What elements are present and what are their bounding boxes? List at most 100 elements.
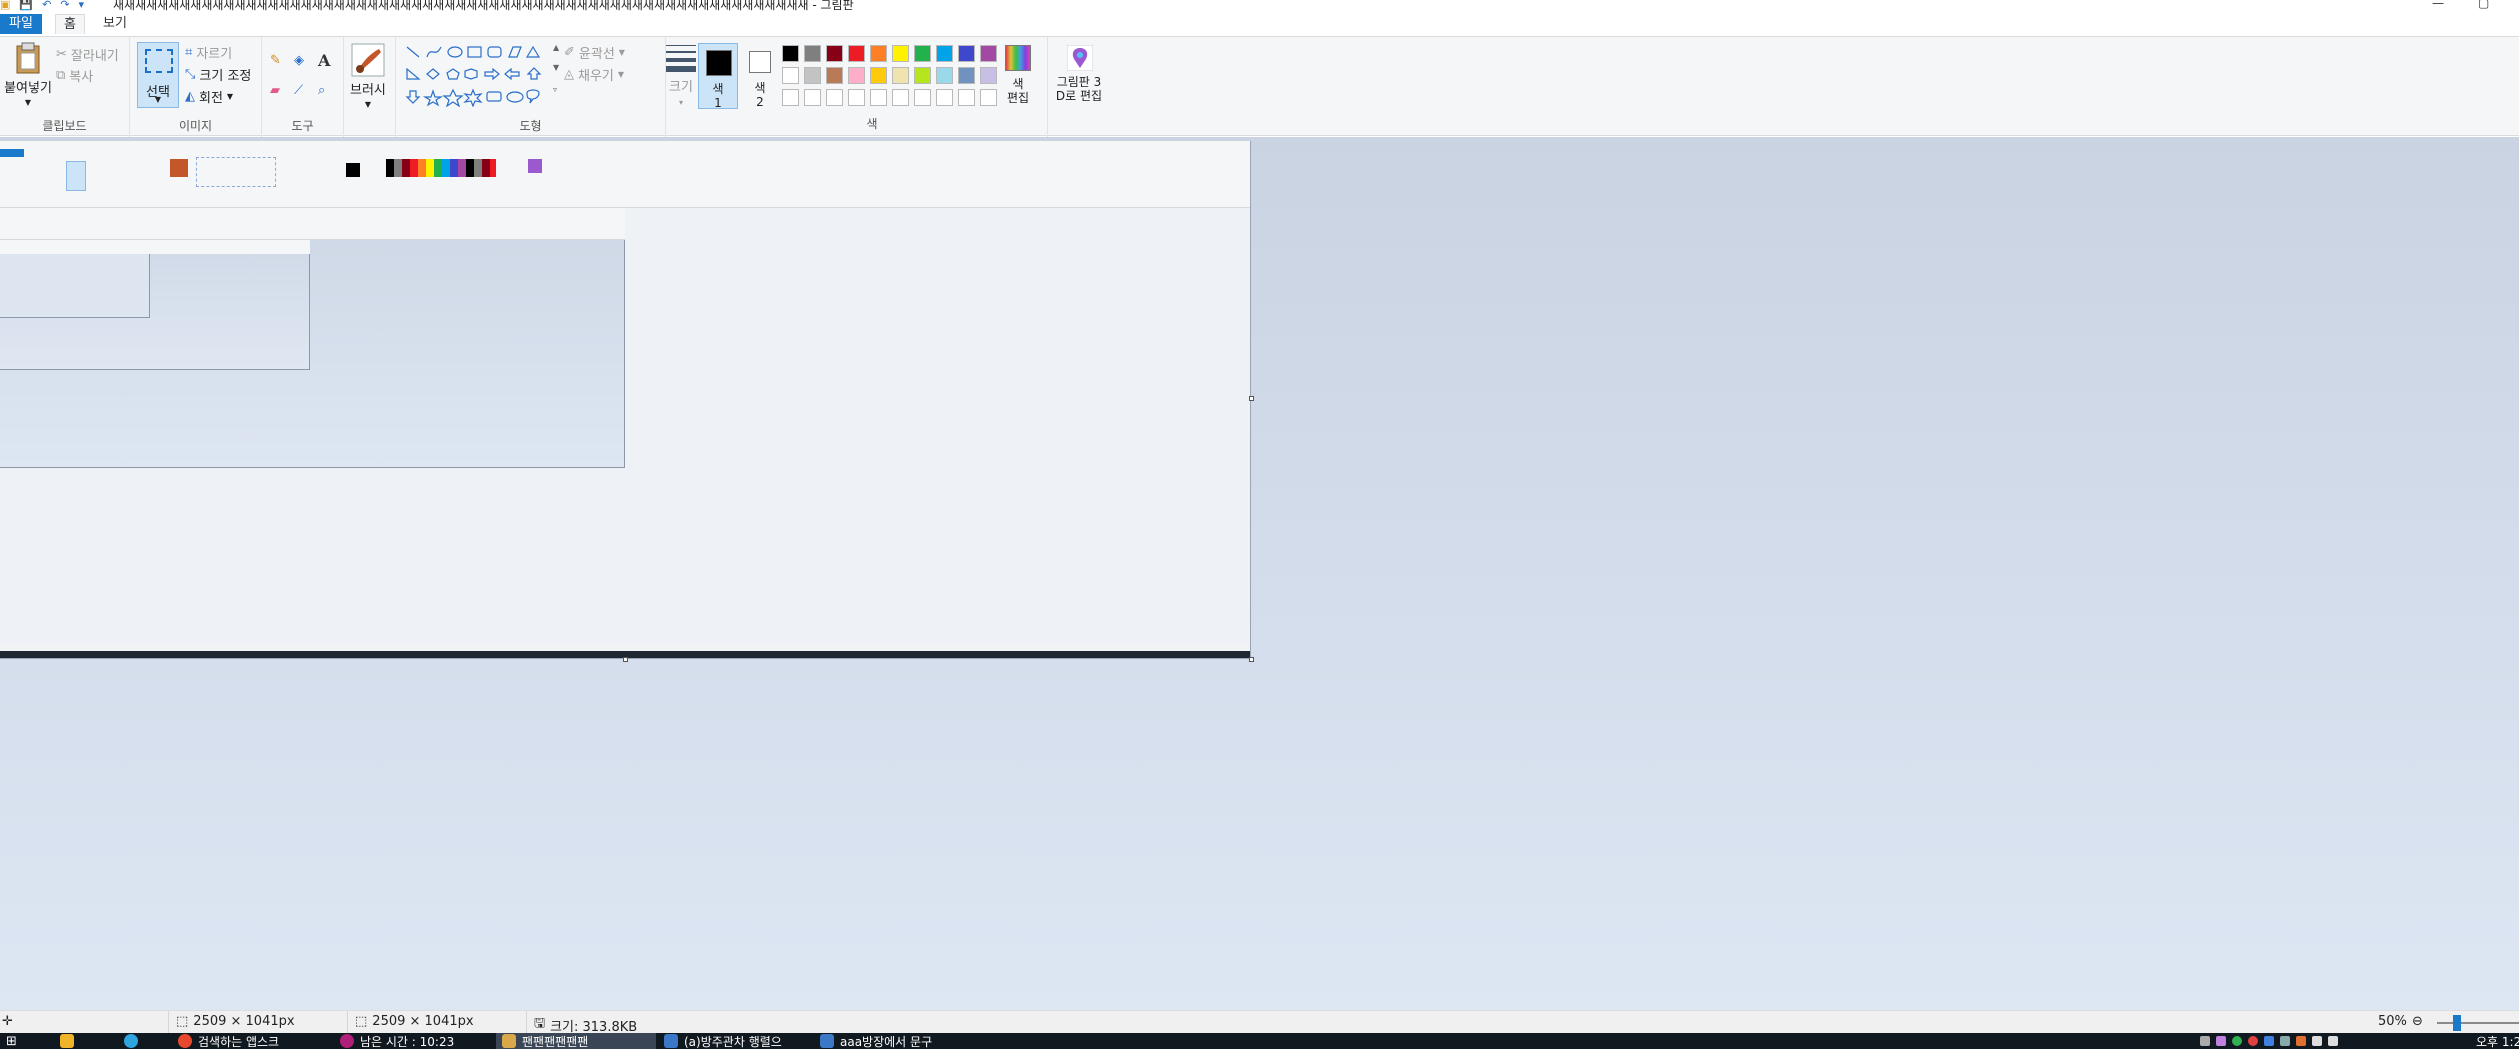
shapes-scroll-down-icon[interactable]: ▼ [553, 63, 559, 72]
palette-color-swatch[interactable] [980, 67, 997, 84]
tab-view[interactable]: 보기 [100, 14, 130, 34]
redo-icon[interactable]: ↷ [60, 0, 69, 11]
magnifier-icon[interactable]: ⌕ [318, 83, 325, 98]
tray-icon[interactable] [2280, 1036, 2290, 1046]
paste-button[interactable]: 붙여넣기 ▼ [4, 41, 52, 107]
palette-color-swatch[interactable] [826, 89, 843, 106]
shapes-expand-icon[interactable]: ▿ [553, 85, 557, 94]
tab-file[interactable]: 파일 [0, 14, 42, 34]
tab-home[interactable]: 홈 [55, 14, 85, 34]
tray-icon[interactable] [2216, 1036, 2226, 1046]
palette-color-swatch[interactable] [980, 89, 997, 106]
taskbar-item-4[interactable]: (a)방주관차 행렬으 [658, 1033, 806, 1049]
zoom-slider-track[interactable] [2437, 1022, 2519, 1024]
taskbar-file-explorer[interactable] [54, 1033, 88, 1049]
fill-button[interactable]: ◬ 채우기 ▼ [564, 65, 624, 84]
taskbar-item-2[interactable]: 남은 시간 : 10:23 [334, 1033, 494, 1049]
palette-color-swatch[interactable] [804, 67, 821, 84]
palette-color-swatch[interactable] [914, 89, 931, 106]
undo-icon[interactable]: ↶ [42, 0, 51, 11]
palette-color-swatch[interactable] [958, 45, 975, 62]
select-button[interactable]: 선택 ▼ [137, 42, 179, 108]
drawing-canvas[interactable] [0, 141, 1251, 659]
volume-icon[interactable] [2328, 1036, 2338, 1046]
customize-qa-icon[interactable]: ▾ [79, 0, 85, 11]
palette-color-swatch[interactable] [892, 67, 909, 84]
taskbar-edge[interactable] [118, 1033, 152, 1049]
zoom-out-icon[interactable]: ⊖ [2412, 1014, 2423, 1029]
canvas-resize-handle-corner[interactable] [1249, 657, 1254, 662]
color-picker-icon[interactable]: ⟋ [294, 83, 303, 98]
zoom-slider-thumb[interactable] [2453, 1015, 2461, 1031]
edit-colors-button[interactable]: 색 편집 [999, 41, 1037, 105]
fill-bucket-icon[interactable]: ◈ [294, 53, 304, 68]
canvas-workspace[interactable] [0, 137, 2519, 1010]
palette-color-swatch[interactable] [892, 89, 909, 106]
palette-color-swatch[interactable] [870, 67, 887, 84]
palette-color-swatch[interactable] [870, 45, 887, 62]
canvas-resize-handle-bottom[interactable] [623, 657, 628, 662]
palette-color-swatch[interactable] [936, 67, 953, 84]
shapes-scroll-up-icon[interactable]: ▲ [553, 43, 559, 52]
palette-color-swatch[interactable] [958, 67, 975, 84]
outline-button[interactable]: ✐ 윤곽선 ▼ [564, 43, 625, 62]
palette-color-swatch[interactable] [848, 67, 865, 84]
paint3d-button[interactable]: 그림판 3 D로 편집 [1050, 41, 1108, 103]
palette-color-swatch[interactable] [804, 45, 821, 62]
palette-color-swatch[interactable] [870, 89, 887, 106]
tools-group: ✎ ◈ A ▰ ⟋ ⌕ 도구 [262, 37, 344, 137]
taskbar-item-1[interactable]: 검색하는 앱스크 [172, 1033, 332, 1049]
image-group: 선택 ▼ ⌗ 자르기 ⤡ 크기 조정 ◭ 회전 ▼ 이미지 [130, 37, 262, 137]
tray-icon[interactable] [2296, 1036, 2306, 1046]
color1-button[interactable]: 색 1 [698, 43, 738, 110]
palette-color-swatch[interactable] [892, 45, 909, 62]
palette-color-swatch[interactable] [826, 67, 843, 84]
folder-icon [60, 1034, 74, 1048]
copy-button[interactable]: ⧉ 복사 [56, 66, 93, 85]
system-tray [2200, 1033, 2338, 1049]
cut-button[interactable]: ✂ 잘라내기 [56, 45, 119, 64]
palette-color-swatch[interactable] [804, 89, 821, 106]
tray-icon[interactable] [2200, 1036, 2210, 1046]
taskbar-item-4-label: (a)방주관차 행렬으 [684, 1034, 782, 1049]
palette-color-swatch[interactable] [914, 45, 931, 62]
tray-icon[interactable] [2232, 1036, 2242, 1046]
palette-color-swatch[interactable] [848, 89, 865, 106]
resize-button[interactable]: ⤡ 크기 조정 [185, 65, 251, 84]
taskbar-clock[interactable]: 오후 1:2 [2474, 1033, 2519, 1049]
palette-color-swatch[interactable] [936, 45, 953, 62]
size-button[interactable]: 크기 ▾ [666, 43, 696, 107]
color2-button[interactable]: 색 2 [740, 43, 780, 109]
palette-color-swatch[interactable] [936, 89, 953, 106]
ribbon: 붙여넣기 ▼ ✂ 잘라내기 ⧉ 복사 클립보드 선택 ▼ ⌗ 자르기 ⤡ 크기 … [0, 36, 2519, 137]
rotate-button[interactable]: ◭ 회전 ▼ [185, 87, 233, 106]
fill-icon: ◬ [564, 67, 574, 82]
palette-color-swatch[interactable] [782, 89, 799, 106]
save-icon[interactable]: 💾 [19, 0, 33, 11]
minimize-button[interactable]: — [2432, 0, 2444, 10]
taskbar-item-5[interactable]: aaa방장에서 문구 [814, 1033, 964, 1049]
palette-color-swatch[interactable] [980, 45, 997, 62]
text-tool-icon[interactable]: A [318, 51, 330, 70]
palette-color-swatch[interactable] [848, 45, 865, 62]
eraser-icon[interactable]: ▰ [270, 83, 280, 98]
cut-label: 잘라내기 [70, 49, 119, 64]
palette-color-swatch[interactable] [782, 67, 799, 84]
taskbar-item-3[interactable]: 팬팬팬팬팬팬 [496, 1033, 656, 1049]
palette-color-swatch[interactable] [958, 89, 975, 106]
start-button[interactable]: ⊞ [0, 1033, 26, 1049]
pencil-icon[interactable]: ✎ [270, 53, 281, 68]
palette-color-swatch[interactable] [782, 45, 799, 62]
taskbar-item-2-label: 남은 시간 : 10:23 [360, 1034, 455, 1049]
canvas-resize-handle-right[interactable] [1249, 396, 1254, 401]
network-icon[interactable] [2312, 1036, 2322, 1046]
pasted-image-paint3d-icon [528, 159, 542, 173]
copy-label: 복사 [69, 70, 94, 85]
palette-color-swatch[interactable] [914, 67, 931, 84]
tray-icon[interactable] [2264, 1036, 2274, 1046]
palette-color-swatch[interactable] [826, 45, 843, 62]
tray-icon[interactable] [2248, 1036, 2258, 1046]
crop-button[interactable]: ⌗ 자르기 [185, 43, 232, 62]
brushes-button[interactable]: 브러시 ▼ [350, 43, 386, 109]
maximize-button[interactable]: ▢ [2478, 0, 2489, 10]
